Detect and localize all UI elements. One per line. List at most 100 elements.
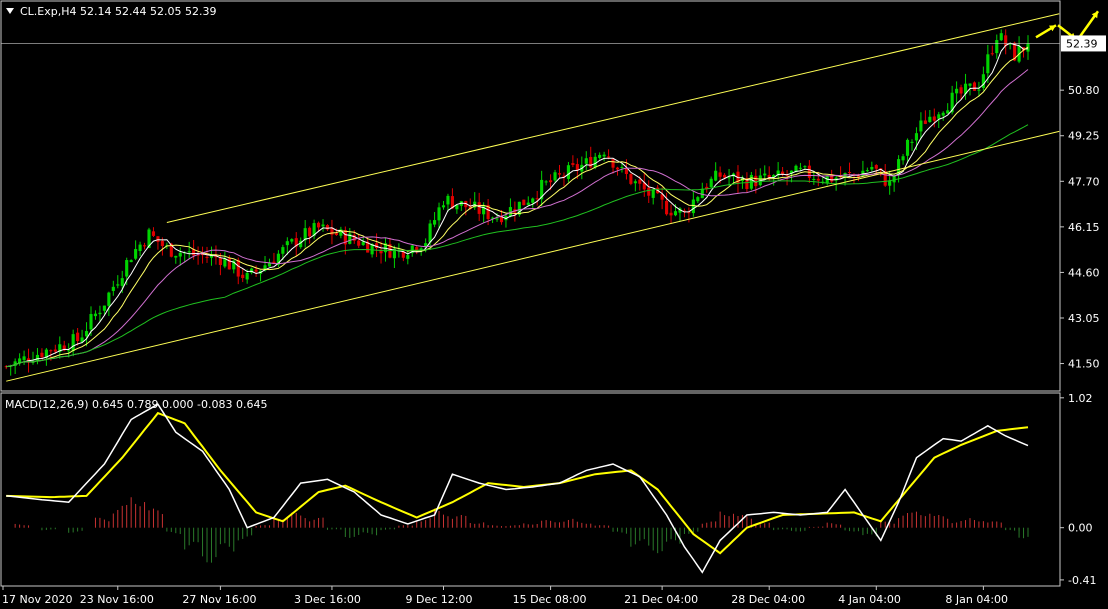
candle-body[interactable] [611,158,615,168]
candle-body[interactable] [334,233,338,236]
candle-body[interactable] [102,305,106,311]
candle-body[interactable] [67,350,71,352]
candle-body[interactable] [526,202,530,205]
candle-body[interactable] [700,188,704,199]
candle-body[interactable] [812,178,816,180]
candle-body[interactable] [763,173,767,176]
candle-body[interactable] [218,257,222,265]
candle-body[interactable] [941,112,945,116]
candle-body[interactable] [714,170,718,181]
candle-body[interactable] [223,258,227,267]
candle-body[interactable] [932,116,936,121]
candle-body[interactable] [995,40,999,54]
candle-body[interactable] [865,170,869,172]
candle-body[interactable] [308,227,312,237]
candle-body[interactable] [638,179,642,184]
candle-body[interactable] [986,54,990,74]
candle-body[interactable] [624,168,628,175]
candle-body[interactable] [433,220,437,225]
candle-body[interactable] [691,199,695,214]
candle-body[interactable] [589,156,593,168]
candle-body[interactable] [870,166,874,170]
candle-body[interactable] [477,202,481,214]
candle-body[interactable] [651,189,655,198]
candle-body[interactable] [549,180,553,183]
candle-body[interactable] [428,223,432,243]
candle-body[interactable] [544,181,548,183]
candle-body[interactable] [615,167,620,170]
candle-body[interactable] [281,247,285,254]
candle-body[interactable] [709,178,713,188]
candle-body[interactable] [727,177,731,179]
candle-body[interactable] [357,240,361,246]
candle-body[interactable] [22,356,26,360]
candle-body[interactable] [187,251,191,253]
candle-body[interactable] [669,212,673,216]
candle-body[interactable] [49,350,53,352]
candle-body[interactable] [178,252,182,257]
candle-body[interactable] [535,198,539,200]
candle-body[interactable] [142,245,147,247]
candle-body[interactable] [138,244,142,252]
candle-body[interactable] [84,331,89,337]
candle-body[interactable] [937,114,941,119]
candle-body[interactable] [999,33,1003,41]
candle-body[interactable] [901,156,905,161]
candle-body[interactable] [928,116,932,123]
candle-body[interactable] [946,110,950,114]
candle-body[interactable] [316,222,321,228]
candle-body[interactable] [325,225,330,230]
candle-body[interactable] [905,139,910,156]
candle-body[interactable] [718,172,722,177]
candle-body[interactable] [151,231,156,236]
candle-body[interactable] [111,286,115,291]
candle-body[interactable] [290,239,294,242]
candle-body[interactable] [566,165,570,179]
candle-body[interactable] [633,181,637,184]
candle-body[interactable] [116,284,120,286]
candle-body[interactable] [607,156,611,158]
candle-body[interactable] [723,174,727,178]
candle-body[interactable] [446,195,450,205]
candle-body[interactable] [160,240,164,247]
candle-body[interactable] [571,163,575,165]
candle-body[interactable] [522,199,526,206]
candle-body[interactable] [285,241,289,246]
candle-body[interactable] [71,334,75,352]
candle-body[interactable] [673,211,678,216]
candle-body[interactable] [959,87,963,94]
candle-body[interactable] [107,292,111,306]
candle-body[interactable] [205,256,209,258]
candle-body[interactable] [923,120,927,124]
candle-body[interactable] [816,178,820,181]
candle-body[interactable] [156,236,160,242]
candle-body[interactable] [129,260,133,263]
candle-body[interactable] [120,278,124,286]
candle-body[interactable] [647,187,651,196]
candle-body[interactable] [495,218,499,220]
candle-body[interactable] [531,198,535,203]
candle-body[interactable] [598,154,602,158]
candle-body[interactable] [910,141,914,143]
candle-body[interactable] [93,313,98,317]
candle-body[interactable] [892,175,896,183]
candle-body[interactable] [98,312,102,315]
candle-body[interactable] [977,89,981,91]
candle-body[interactable] [798,167,803,169]
candle-body[interactable] [40,352,44,358]
candle-body[interactable] [696,197,700,202]
candle-body[interactable] [553,172,557,181]
candle-body[interactable] [874,165,878,169]
candle-body[interactable] [972,82,977,91]
candle-body[interactable] [53,349,57,352]
candle-body[interactable] [955,88,959,94]
candle-body[interactable] [241,274,245,279]
candle-body[interactable] [89,314,93,330]
candle-body[interactable] [847,172,852,174]
candle-body[interactable] [557,173,562,175]
candle-body[interactable] [968,83,972,86]
candle-body[interactable] [620,166,624,168]
candle-body[interactable] [919,120,923,132]
candle-body[interactable] [321,224,325,227]
candle-body[interactable] [602,154,606,157]
